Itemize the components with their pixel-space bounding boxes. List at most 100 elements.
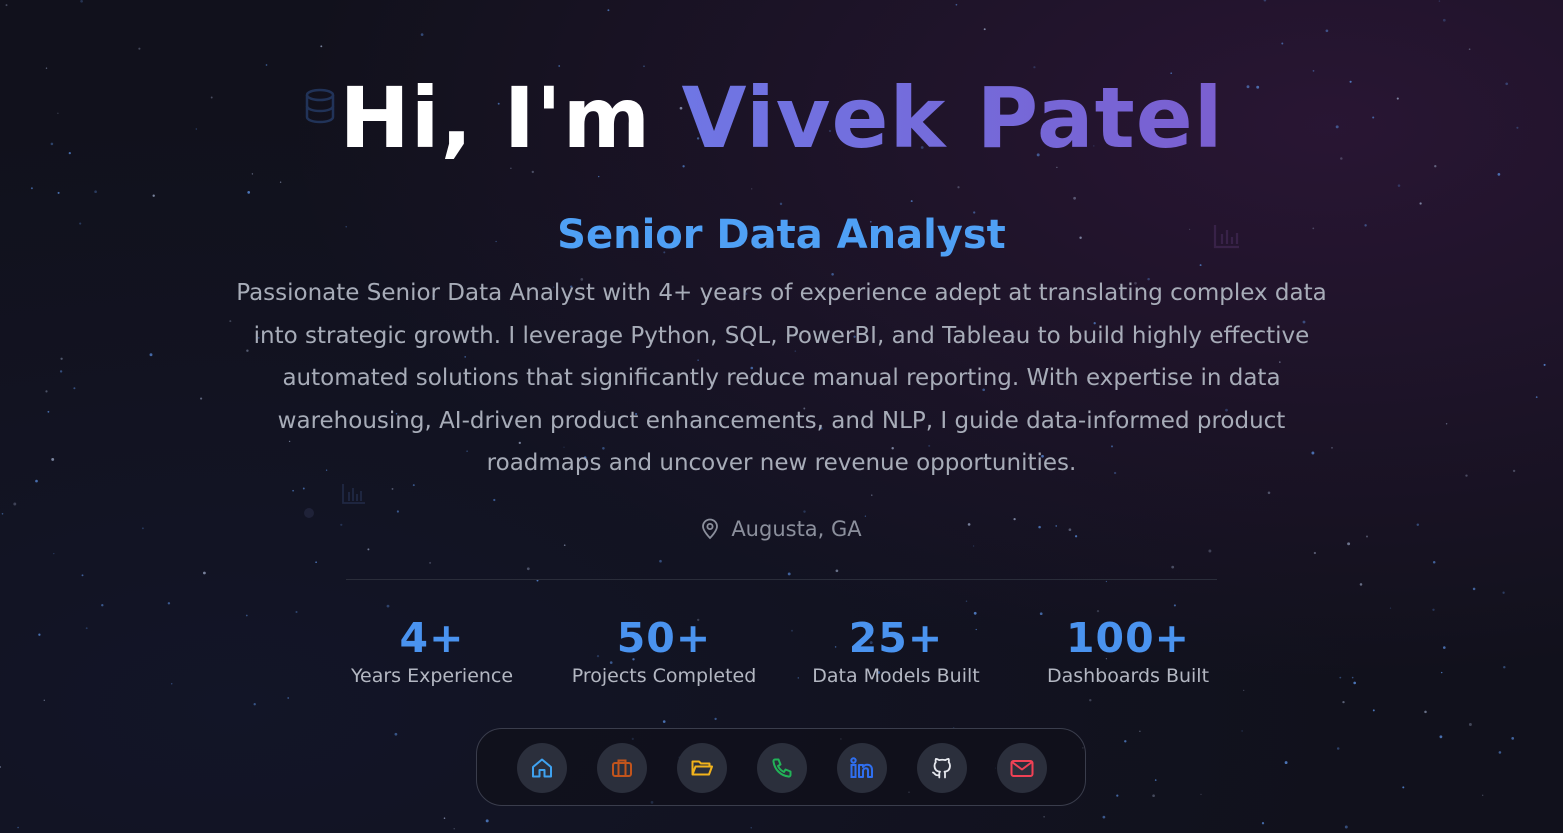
star <box>750 827 752 829</box>
star <box>835 569 839 573</box>
star <box>59 370 63 373</box>
star <box>1468 723 1472 726</box>
star <box>367 548 370 551</box>
star <box>1241 730 1243 732</box>
divider <box>346 579 1217 580</box>
star <box>17 826 19 829</box>
star <box>659 559 662 563</box>
star <box>47 410 50 413</box>
star <box>1432 608 1435 611</box>
star <box>563 544 566 547</box>
stat-label: Dashboards Built <box>1046 665 1210 687</box>
star <box>1372 709 1375 712</box>
star <box>247 191 251 194</box>
star <box>1440 671 1443 674</box>
stat-label: Data Models Built <box>812 665 980 687</box>
projects-button[interactable] <box>677 743 727 793</box>
star <box>1512 469 1516 473</box>
star <box>396 510 399 513</box>
stat-value: 25+ <box>848 614 944 662</box>
star <box>1465 474 1468 477</box>
star <box>0 766 1 768</box>
star <box>1339 676 1342 679</box>
star <box>1351 676 1354 679</box>
star <box>73 387 76 390</box>
star <box>983 28 986 31</box>
star <box>485 819 489 823</box>
star <box>1173 604 1176 607</box>
star <box>1482 794 1484 796</box>
star <box>1336 747 1340 750</box>
star <box>803 510 806 513</box>
star <box>1353 681 1357 685</box>
stat-data-models: 25+ Data Models Built <box>780 612 1012 688</box>
star <box>607 9 610 12</box>
star <box>295 610 298 614</box>
star <box>1439 735 1443 739</box>
star <box>558 65 561 67</box>
star <box>1535 396 1538 398</box>
star <box>1281 42 1284 45</box>
star <box>1199 264 1202 267</box>
star <box>965 600 968 602</box>
star <box>43 699 45 701</box>
star <box>1073 196 1076 200</box>
bio-paragraph: Passionate Senior Data Analyst with 4+ y… <box>236 280 1327 476</box>
phone-icon <box>772 758 792 778</box>
star <box>751 188 753 190</box>
star <box>85 627 88 630</box>
star <box>1438 0 1441 2</box>
star <box>315 561 317 564</box>
star <box>1347 542 1351 546</box>
star <box>5 4 8 7</box>
github-button[interactable] <box>917 743 967 793</box>
star <box>1043 816 1045 818</box>
email-button[interactable] <box>997 743 1047 793</box>
star <box>265 64 268 66</box>
stat-value: 100+ <box>1066 614 1190 662</box>
star <box>94 190 97 194</box>
linkedin-button[interactable] <box>837 743 887 793</box>
role-title: Senior Data Analyst <box>557 212 1006 258</box>
stat-years: 4+ Years Experience <box>316 612 548 688</box>
star <box>420 33 424 36</box>
star <box>253 703 256 706</box>
stat-dashboards: 100+ Dashboards Built <box>1012 612 1244 688</box>
star <box>1432 561 1436 564</box>
star <box>957 186 960 189</box>
folder-icon <box>691 760 713 776</box>
star <box>1171 565 1175 569</box>
star <box>1445 423 1448 425</box>
star <box>320 45 323 48</box>
star <box>1397 184 1401 187</box>
star <box>598 175 600 178</box>
star <box>972 545 975 547</box>
star <box>714 717 717 721</box>
stat-label: Years Experience <box>350 665 514 687</box>
home-button[interactable] <box>517 743 567 793</box>
nav-dock <box>476 728 1086 806</box>
greeting-text: Hi, I'm <box>339 69 652 167</box>
star <box>779 202 783 206</box>
experience-button[interactable] <box>597 743 647 793</box>
star <box>81 574 84 577</box>
star <box>910 200 913 203</box>
phone-button[interactable] <box>757 743 807 793</box>
github-icon <box>932 757 951 779</box>
star <box>1389 607 1392 609</box>
star <box>955 3 958 6</box>
star <box>302 487 305 490</box>
star <box>1089 699 1092 702</box>
hero-title: Hi, I'm Vivek Patel <box>0 68 1563 168</box>
star <box>80 0 83 3</box>
stats-row: 4+ Years Experience 50+ Projects Complet… <box>316 612 1244 688</box>
star <box>1124 740 1127 743</box>
star <box>1424 710 1427 714</box>
star <box>38 633 41 636</box>
star <box>394 732 398 736</box>
star <box>493 498 496 502</box>
star <box>787 572 791 576</box>
star <box>643 65 645 68</box>
star <box>167 602 171 605</box>
star <box>292 489 294 492</box>
